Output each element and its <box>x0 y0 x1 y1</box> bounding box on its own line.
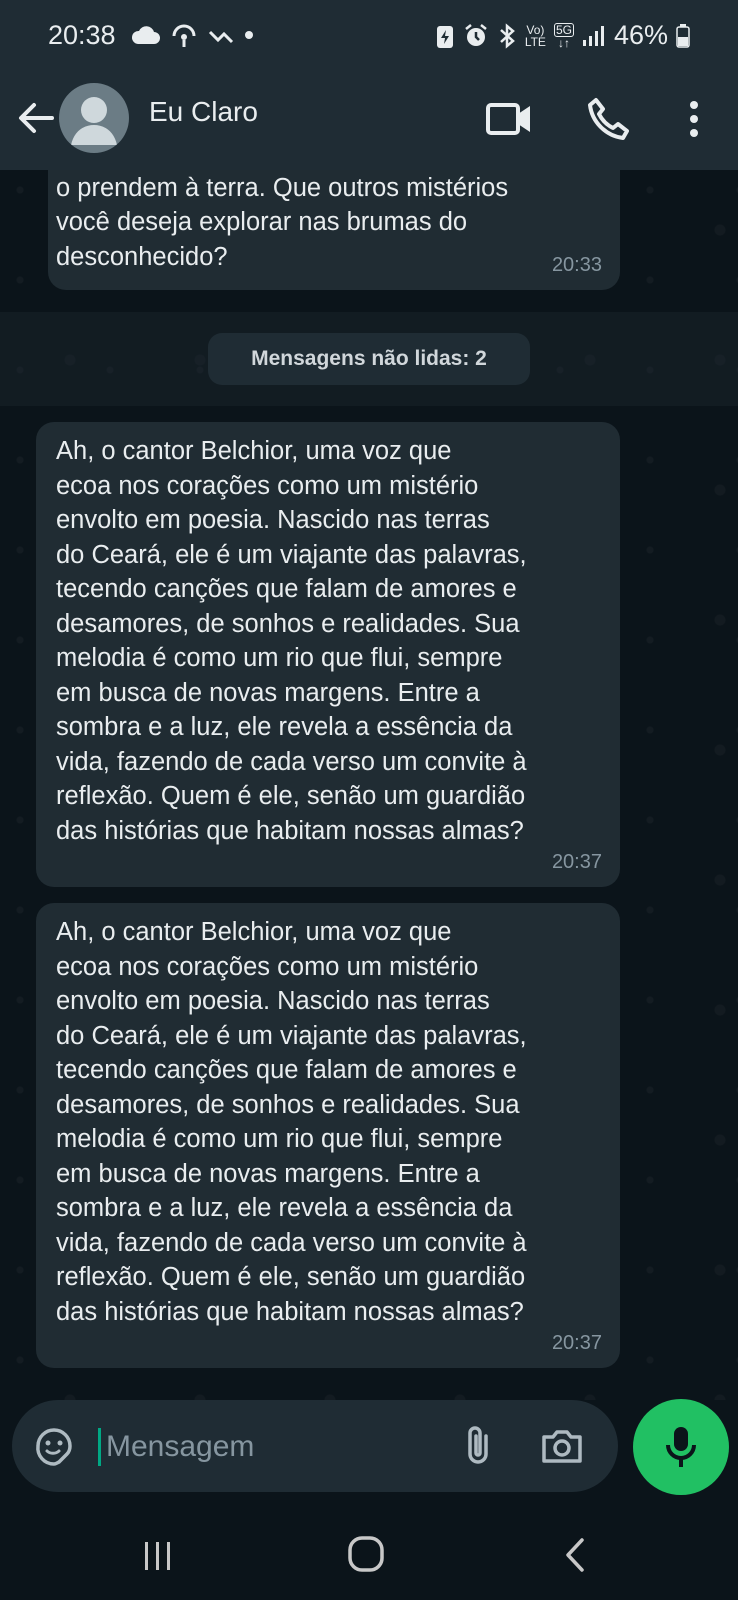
voice-call-button[interactable] <box>584 94 634 144</box>
battery-percent: 46% <box>613 20 668 50</box>
battery-saver-icon <box>436 25 453 48</box>
camera-button[interactable] <box>538 1422 586 1470</box>
sticker-icon <box>36 1428 72 1466</box>
contact-name[interactable]: Eu Claro <box>149 96 258 128</box>
cell-signal-icon <box>582 25 604 46</box>
message-time: 20:37 <box>551 850 602 873</box>
status-bar: 20:38 Vo) LTE 5G ↓↑ 46% <box>0 0 738 70</box>
chat-header: Eu Claro <box>0 70 738 170</box>
message-bubble[interactable]: Ah, o cantor Belchior, uma voz que ecoa … <box>36 903 620 1368</box>
home-button[interactable] <box>346 1534 386 1574</box>
voice-message-button[interactable] <box>633 1399 729 1495</box>
message-time: 20:33 <box>551 253 602 276</box>
message-text: Ah, o cantor Belchior, uma voz que ecoa … <box>56 918 527 1326</box>
message-text: Ah, o cantor Belchior, uma voz que ecoa … <box>56 437 527 845</box>
message-composer <box>12 1400 618 1492</box>
system-back-button[interactable] <box>560 1536 590 1574</box>
camera-icon <box>542 1430 582 1463</box>
message-bubble[interactable]: Ah, o cantor Belchior, uma voz que ecoa … <box>36 422 620 887</box>
more-options-button[interactable] <box>676 94 712 144</box>
sticker-button[interactable] <box>32 1424 76 1468</box>
avatar[interactable] <box>59 83 129 153</box>
notification-dot-icon <box>245 31 253 39</box>
phone-icon <box>588 98 629 140</box>
home-icon <box>348 1536 384 1572</box>
status-time: 20:38 <box>48 20 116 50</box>
paperclip-icon <box>468 1426 488 1464</box>
attach-button[interactable] <box>456 1422 500 1470</box>
back-arrow-icon <box>19 103 54 133</box>
person-icon <box>71 97 117 145</box>
chat-area[interactable]: o prendem à terra. Que outros mistérios … <box>0 170 738 1400</box>
battery-icon <box>676 23 690 48</box>
video-call-button[interactable] <box>484 94 534 144</box>
volte-indicator: Vo) LTE <box>524 22 546 49</box>
recents-icon <box>145 1542 170 1570</box>
unread-messages-label: Mensagens não lidas: 2 <box>208 333 530 385</box>
alarm-icon <box>465 23 487 46</box>
video-call-icon <box>486 103 530 135</box>
message-time: 20:37 <box>551 1331 602 1354</box>
network-5g-indicator: 5G ↓↑ <box>553 22 574 50</box>
recents-button[interactable] <box>140 1538 176 1574</box>
message-input[interactable] <box>104 1422 448 1472</box>
hotspot-icon <box>172 24 196 47</box>
chevron-left-icon <box>566 1538 584 1572</box>
text-cursor <box>98 1428 101 1466</box>
cloud-icon <box>131 26 160 44</box>
more-vert-icon <box>690 101 698 137</box>
microphone-icon <box>666 1427 696 1467</box>
bluetooth-icon <box>499 22 515 49</box>
signal-wave-icon <box>208 30 234 44</box>
message-text: o prendem à terra. Que outros mistérios … <box>56 173 509 271</box>
system-nav-bar <box>0 1510 738 1600</box>
message-bubble[interactable]: o prendem à terra. Que outros mistérios … <box>48 170 620 290</box>
back-button[interactable] <box>14 96 58 140</box>
